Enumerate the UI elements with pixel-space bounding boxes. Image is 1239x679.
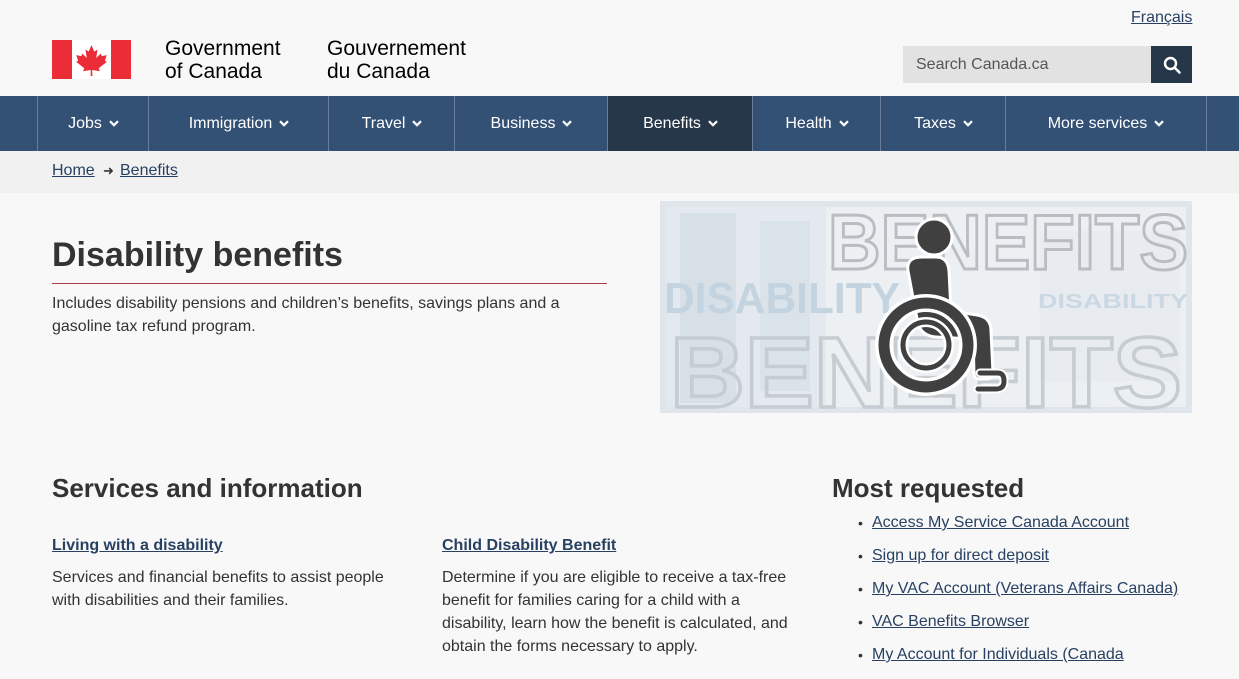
site-search	[903, 46, 1192, 83]
signature-fr-line2: du Canada	[327, 60, 430, 83]
menu-item-label: Business	[490, 114, 556, 132]
most-requested-link[interactable]: Sign up for direct deposit	[872, 547, 1049, 564]
list-item: • VAC Benefits Browser	[858, 613, 1178, 646]
main-menu: Jobs Immigration Travel Business Benefit…	[0, 96, 1239, 151]
breadcrumb: Home ➜ Benefits	[0, 151, 1239, 193]
most-requested-link[interactable]: My Account for Individuals (Canada	[872, 646, 1124, 663]
living-with-disability-desc: Services and financial benefits to assis…	[52, 569, 384, 609]
menu-item-health[interactable]: Health	[752, 96, 881, 151]
most-requested-link[interactable]: My VAC Account (Veterans Affairs Canada)	[872, 580, 1178, 597]
child-disability-benefit-desc: Determine if you are eligible to receive…	[442, 569, 788, 655]
menu-item-taxes[interactable]: Taxes	[880, 96, 1006, 151]
chevron-down-icon	[279, 120, 290, 127]
government-signature-en[interactable]: Government of Canada	[165, 37, 281, 83]
signature-fr-line1: Gouvernement	[327, 37, 466, 60]
government-signature-fr[interactable]: Gouvernement du Canada	[327, 37, 466, 83]
list-item: • My Account for Individuals (Canada	[858, 646, 1178, 679]
list-item: • Access My Service Canada Account	[858, 514, 1178, 547]
chevron-down-icon	[1154, 120, 1165, 127]
chevron-down-icon	[838, 120, 849, 127]
page-title: Disability benefits	[52, 236, 343, 274]
breadcrumb-benefits-link[interactable]: Benefits	[120, 162, 178, 180]
bullet-icon: •	[858, 515, 863, 531]
most-requested-heading: Most requested	[832, 473, 1025, 503]
menu-item-label: Travel	[361, 114, 406, 132]
disability-benefits-hero-image: BENEFITS DISABILITY DISABILITY BENEFITS	[660, 201, 1192, 413]
menu-item-label: More services	[1047, 114, 1148, 132]
canada-flag-icon[interactable]	[52, 40, 131, 79]
bullet-icon: •	[858, 614, 863, 630]
hero-text-mid-right: DISABILITY	[1038, 291, 1189, 313]
menu-item-benefits[interactable]: Benefits	[607, 96, 753, 151]
chevron-down-icon	[963, 120, 973, 127]
menu-item-travel[interactable]: Travel	[328, 96, 455, 151]
page-intro: Includes disability pensions and childre…	[52, 295, 560, 335]
search-icon	[1163, 56, 1181, 74]
menu-item-immigration[interactable]: Immigration	[148, 96, 329, 151]
menu-item-label: Jobs	[68, 114, 102, 132]
most-requested-list: • Access My Service Canada Account • Sign …	[858, 514, 1178, 679]
most-requested-link[interactable]: Access My Service Canada Account	[872, 514, 1129, 531]
list-item: • My VAC Account (Veterans Affairs Canada…	[858, 580, 1178, 613]
signature-en-line2: of Canada	[165, 60, 262, 83]
list-item: • Sign up for direct deposit	[858, 547, 1178, 580]
language-toggle-link[interactable]: Français	[1131, 9, 1192, 27]
menu-item-more-services[interactable]: More services	[1005, 96, 1207, 151]
menu-item-label: Health	[785, 114, 832, 132]
signature-en-line1: Government	[165, 37, 281, 60]
menu-item-label: Immigration	[188, 114, 273, 132]
bullet-icon: •	[858, 581, 863, 597]
child-disability-benefit-link[interactable]: Child Disability Benefit	[442, 537, 616, 555]
bullet-icon: •	[858, 647, 863, 663]
breadcrumb-arrow-icon: ➜	[103, 163, 114, 178]
living-with-disability-link[interactable]: Living with a disability	[52, 537, 223, 555]
chevron-down-icon	[412, 120, 423, 127]
chevron-down-icon	[562, 120, 573, 127]
menu-item-business[interactable]: Business	[454, 96, 608, 151]
bullet-icon: •	[858, 548, 863, 564]
menu-item-jobs[interactable]: Jobs	[37, 96, 149, 151]
search-input[interactable]	[903, 46, 1151, 83]
search-button[interactable]	[1151, 46, 1192, 83]
menu-item-label: Benefits	[643, 114, 701, 132]
breadcrumb-home-link[interactable]: Home	[52, 162, 95, 180]
most-requested-link[interactable]: VAC Benefits Browser	[872, 613, 1029, 630]
services-heading: Services and information	[52, 473, 363, 503]
title-underline	[52, 283, 607, 284]
chevron-down-icon	[109, 120, 119, 127]
chevron-down-icon	[708, 120, 718, 127]
menu-item-label: Taxes	[914, 114, 956, 132]
hero-text-mid-left: DISABILITY	[664, 274, 900, 323]
